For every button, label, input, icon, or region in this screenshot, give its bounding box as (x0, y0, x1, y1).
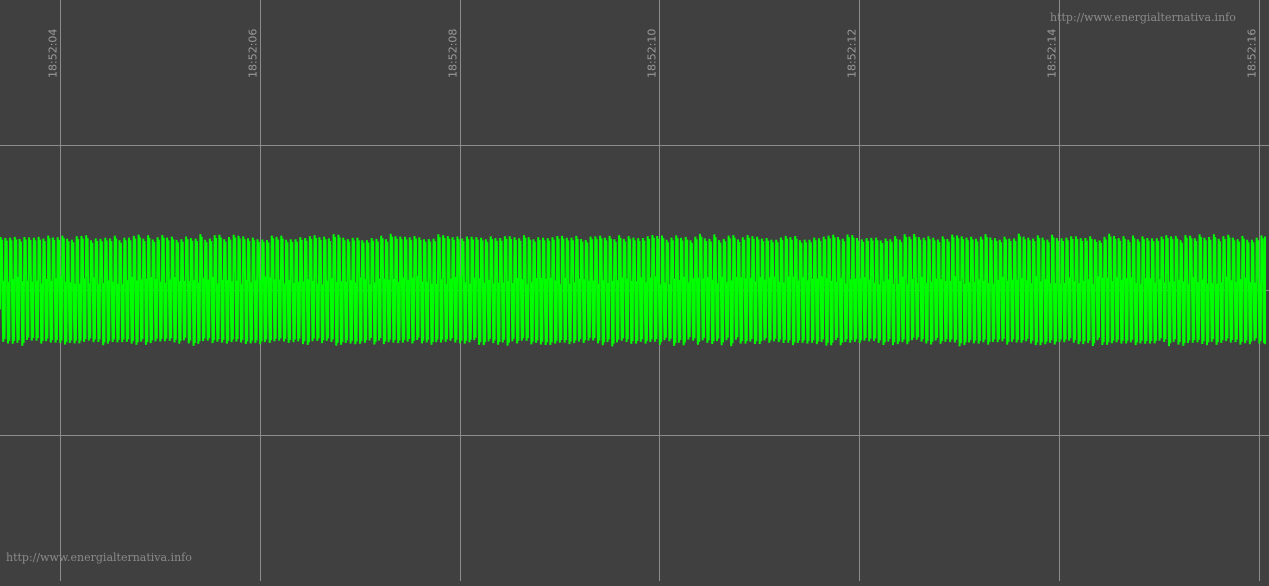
x-tick-label: 18:52:16 (1246, 29, 1259, 78)
watermark-top: http://www.energialternativa.info (1050, 11, 1236, 24)
plot-area: 18:52:04 18:52:06 18:52:08 18:52:10 18:52:12… (0, 0, 1269, 581)
x-tick-labels: 18:52:04 18:52:06 18:52:08 18:52:10 18:52:12… (47, 29, 1259, 78)
x-tick-label: 18:52:08 (447, 29, 460, 78)
x-tick-label: 18:52:12 (846, 29, 859, 78)
watermark-bottom: http://www.energialternativa.info (6, 551, 192, 564)
series-group (0, 233, 1266, 347)
signal-line (0, 233, 1266, 347)
x-tick-label: 18:52:14 (1046, 29, 1059, 78)
x-tick-label: 18:52:10 (646, 29, 659, 78)
x-tick-label: 18:52:06 (247, 29, 260, 78)
x-tick-label: 18:52:04 (47, 29, 60, 78)
waveform-chart: 18:52:04 18:52:06 18:52:08 18:52:10 18:52:12… (0, 0, 1269, 581)
